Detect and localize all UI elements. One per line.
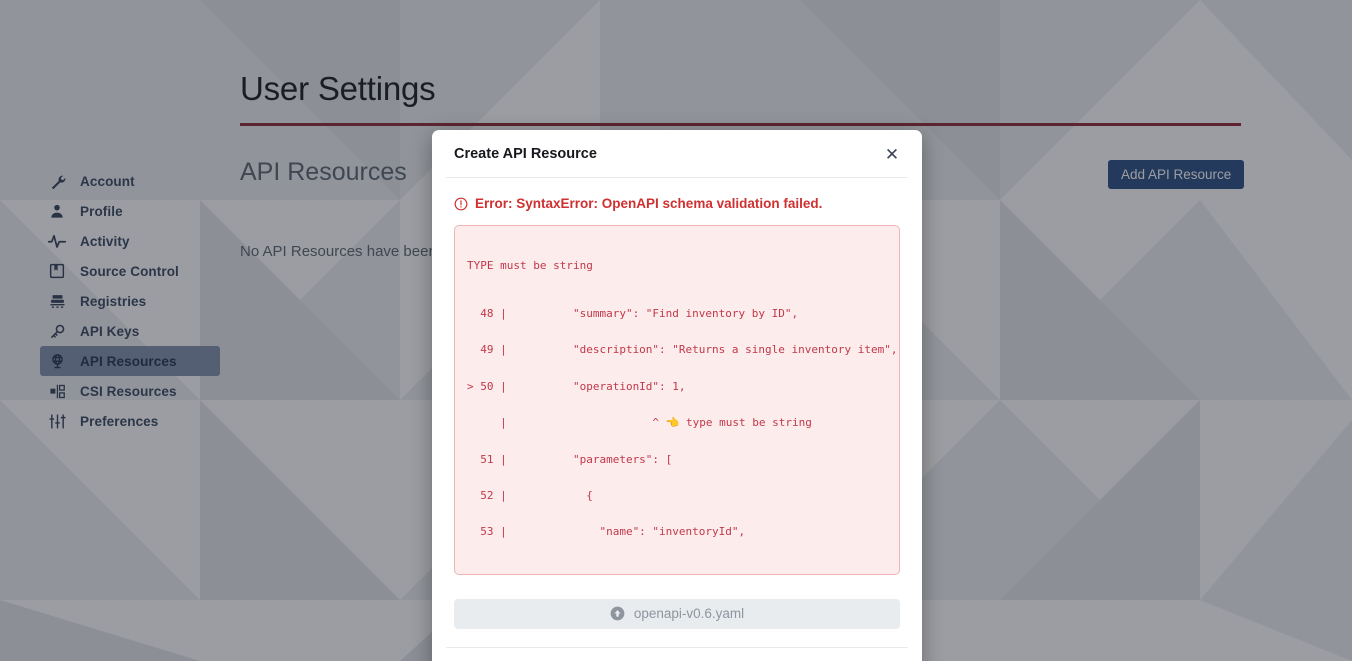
code-line: | ^ 👈 type must be string (467, 416, 812, 430)
dialog-body: Error: SyntaxError: OpenAPI schema valid… (432, 178, 922, 629)
close-icon[interactable]: ✕ (877, 139, 907, 169)
code-line: 49 | "description": "Returns a single in… (467, 343, 898, 357)
create-api-resource-dialog: Create API Resource ✕ Error: SyntaxError… (432, 130, 922, 661)
code-line: > 50 | "operationId": 1, (467, 379, 686, 393)
uploaded-file-name: openapi-v0.6.yaml (633, 606, 745, 622)
error-code-block: TYPE must be string 48 | "summary": "Fin… (454, 225, 900, 575)
code-line: 51 | "parameters": [ (467, 452, 673, 466)
code-line: 52 | { (467, 489, 593, 503)
dialog-title: Create API Resource (454, 145, 597, 162)
code-line: 53 | "name": "inventoryId", (467, 525, 746, 539)
error-circle-icon (454, 197, 468, 211)
dialog-header: Create API Resource ✕ (432, 130, 922, 177)
code-block-header: TYPE must be string (467, 259, 593, 273)
dialog-footer: Cancel Upload new file (432, 648, 922, 661)
error-message-row: Error: SyntaxError: OpenAPI schema valid… (454, 196, 900, 211)
code-line: 48 | "summary": "Find inventory by ID", (467, 307, 799, 321)
upload-circle-icon (610, 606, 625, 621)
uploaded-file-field[interactable]: openapi-v0.6.yaml (454, 598, 900, 629)
app-root: Account Profile Activity Source Control … (0, 0, 1352, 661)
error-message-text: Error: SyntaxError: OpenAPI schema valid… (475, 196, 823, 211)
